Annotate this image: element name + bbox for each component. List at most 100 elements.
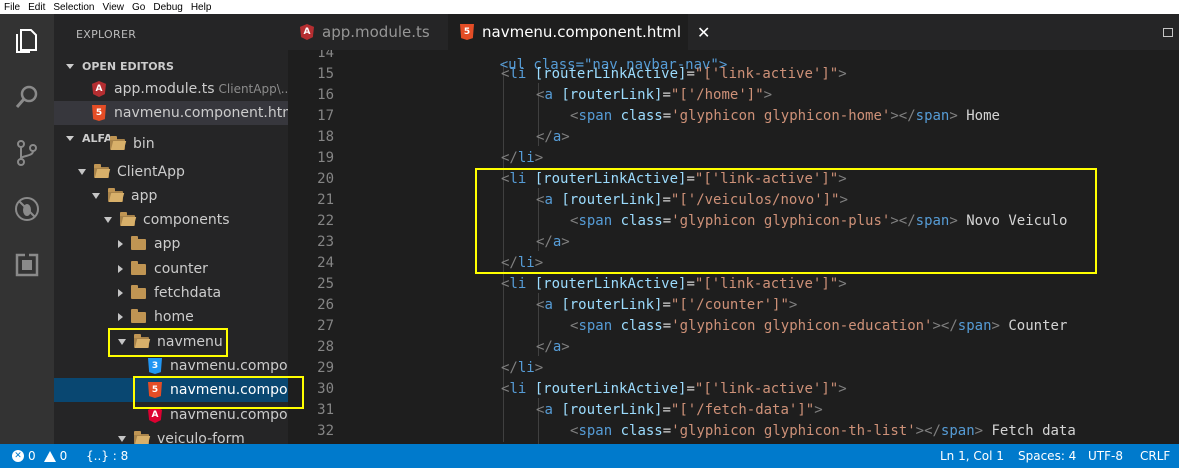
- tree-item-folder[interactable]: veiculo-form: [54, 427, 288, 444]
- line-number: 28: [317, 339, 334, 355]
- angular-file-icon: A: [148, 407, 162, 423]
- search-icon[interactable]: [12, 82, 42, 112]
- line-endings[interactable]: CRLF: [1140, 444, 1170, 468]
- chevron-down-icon: [92, 193, 100, 199]
- tree-item-folder[interactable]: bin: [54, 136, 288, 152]
- tab-navmenu-component[interactable]: 5 navmenu.component.html ✕: [448, 14, 710, 50]
- activity-bar: [0, 14, 54, 444]
- line-number: 20: [317, 171, 334, 187]
- css3-file-icon: 3: [148, 358, 162, 374]
- code-line: <li [routerLinkActive]="['link-active']"…: [501, 381, 847, 397]
- tree-item-folder[interactable]: components: [54, 208, 288, 232]
- warning-count: 0: [59, 449, 68, 463]
- tree-item-label: components: [143, 212, 230, 228]
- highlight-box-code: [475, 168, 1097, 274]
- open-editor-item[interactable]: A app.module.ts ClientApp\...: [54, 77, 288, 101]
- debug-icon[interactable]: [12, 194, 42, 224]
- line-number: 27: [317, 318, 334, 334]
- code-line: <span class='glyphicon glyphicon-home'><…: [570, 108, 1000, 124]
- line-number: 22: [317, 213, 334, 229]
- code-line: </a>: [536, 339, 570, 355]
- code-line: <span class='glyphicon glyphicon-th-list…: [570, 423, 1076, 439]
- tree-item-label: navmenu.compo...: [170, 358, 288, 374]
- menu-file[interactable]: File: [4, 2, 20, 13]
- tree-item-label: fetchdata: [154, 285, 222, 301]
- tree-item-label: bin: [133, 136, 155, 152]
- tree-item-folder[interactable]: counter: [54, 257, 288, 281]
- problems-indicator[interactable]: ✕ 0 0: [12, 444, 67, 468]
- line-number: 26: [317, 297, 334, 313]
- line-number: 21: [317, 192, 334, 208]
- tree-item-folder[interactable]: app: [54, 184, 288, 208]
- folder-open-icon: [94, 163, 109, 178]
- html5-file-icon: 5: [460, 24, 474, 40]
- open-editor-name: navmenu.component.htm...: [114, 105, 288, 121]
- folder-icon: [131, 308, 146, 323]
- menu-edit[interactable]: Edit: [28, 2, 45, 13]
- html5-file-icon: 5: [92, 105, 106, 121]
- open-editor-item[interactable]: 5 navmenu.component.htm...: [54, 101, 288, 125]
- angular-file-icon: A: [300, 24, 314, 40]
- menu-bar: File Edit Selection View Go Debug Help: [0, 0, 1179, 14]
- folder-icon: [131, 260, 146, 275]
- tree-item-folder[interactable]: home: [54, 305, 288, 329]
- folder-icon: [131, 235, 146, 250]
- line-number: 18: [317, 129, 334, 145]
- menu-view[interactable]: View: [103, 2, 125, 13]
- menu-debug[interactable]: Debug: [153, 2, 182, 13]
- tree-item-label: navmenu.compo...: [170, 407, 288, 423]
- tree-item-label: ClientApp: [117, 164, 185, 180]
- error-count: 0: [28, 449, 36, 463]
- tree-item-folder[interactable]: ClientApp: [54, 160, 288, 184]
- line-number: 25: [317, 276, 334, 292]
- open-editor-path: ClientApp\...: [218, 82, 288, 96]
- line-number: 23: [317, 234, 334, 250]
- cursor-position[interactable]: Ln 1, Col 1: [940, 444, 1004, 468]
- split-editor-icon[interactable]: [1163, 28, 1173, 37]
- chevron-right-icon: [118, 240, 123, 248]
- highlight-box-navmenu-folder: [108, 328, 228, 357]
- error-icon: ✕: [12, 450, 24, 462]
- line-number: 17: [317, 108, 334, 124]
- line-number: 32: [317, 423, 334, 439]
- close-icon[interactable]: ✕: [697, 23, 710, 42]
- explorer-icon[interactable]: [12, 26, 42, 56]
- source-control-icon[interactable]: [12, 138, 42, 168]
- chevron-right-icon: [118, 289, 123, 297]
- menu-help[interactable]: Help: [191, 2, 212, 13]
- tree-item-folder[interactable]: app: [54, 232, 288, 256]
- warning-icon: [43, 450, 56, 462]
- menu-selection[interactable]: Selection: [53, 2, 94, 13]
- folder-open-icon: [110, 136, 125, 150]
- line-number: 19: [317, 150, 334, 166]
- tree-item-label: home: [154, 309, 194, 325]
- open-editors-label: OPEN EDITORS: [82, 59, 174, 73]
- indentation[interactable]: Spaces: 4: [1018, 444, 1076, 468]
- open-editors-header[interactable]: OPEN EDITORS: [54, 55, 288, 77]
- code-line: <li [routerLinkActive]="['link-active']"…: [501, 66, 847, 82]
- brace-indicator[interactable]: {..} : 8: [86, 444, 128, 468]
- encoding[interactable]: UTF-8: [1088, 444, 1123, 468]
- code-line: <a [routerLink]="['/home']">: [536, 87, 773, 103]
- code-line: </li>: [501, 360, 544, 376]
- editor-tab-bar: A app.module.ts 5 navmenu.component.html…: [288, 14, 1179, 50]
- tree-item-file[interactable]: 3 navmenu.compo...: [54, 354, 288, 378]
- extensions-icon[interactable]: [12, 250, 42, 280]
- tree-item-folder[interactable]: fetchdata: [54, 281, 288, 305]
- code-line: <span class='glyphicon glyphicon-educati…: [570, 318, 1068, 334]
- tree-item-label: veiculo-form: [157, 431, 245, 444]
- chevron-right-icon: [118, 265, 123, 273]
- tree-item-label: counter: [154, 261, 208, 277]
- chevron-down-icon: [78, 169, 86, 175]
- folder-open-icon: [134, 430, 149, 444]
- tab-label: navmenu.component.html: [482, 23, 681, 41]
- tree-item-label: app: [154, 236, 181, 252]
- tab-app-module[interactable]: A app.module.ts: [288, 14, 448, 50]
- code-line: </a>: [536, 129, 570, 145]
- line-number: 29: [317, 360, 334, 376]
- chevron-right-icon: [118, 313, 123, 321]
- menu-go[interactable]: Go: [132, 2, 145, 13]
- explorer-title: EXPLORER: [76, 28, 137, 41]
- line-number: 24: [317, 255, 334, 271]
- open-editor-name: app.module.ts: [114, 81, 215, 97]
